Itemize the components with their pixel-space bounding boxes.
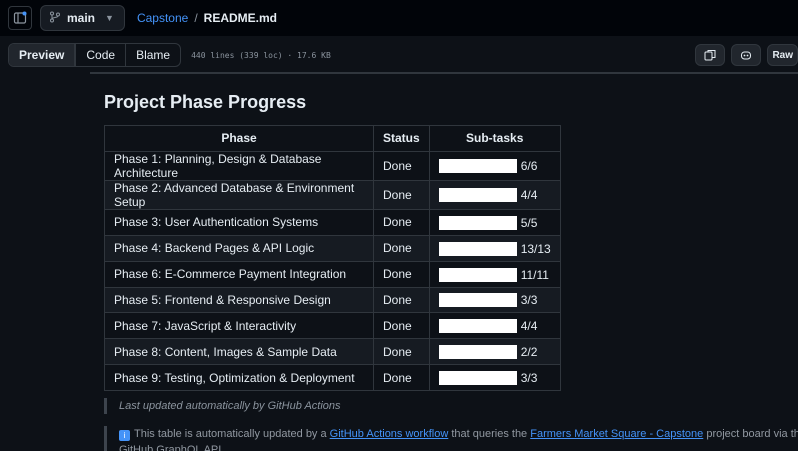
subtasks-count: 4/4 <box>520 188 538 203</box>
status-cell: Done <box>373 234 430 262</box>
subtasks-cell: 5/5 <box>428 208 561 236</box>
progress-bar <box>438 293 517 308</box>
table-row: Phase 2: Advanced Database & Environment… <box>104 179 561 210</box>
subtasks-cell: 11/11 <box>428 260 561 288</box>
section-divider <box>90 72 798 74</box>
column-header-subtasks: Sub-tasks <box>428 125 561 152</box>
progress-bar <box>438 345 517 360</box>
table-row: Phase 6: E-Commerce Payment Integration … <box>104 260 561 288</box>
breadcrumb-separator: / <box>194 11 198 25</box>
subtasks-cell: 4/4 <box>428 179 561 210</box>
tab-code[interactable]: Code <box>75 44 125 66</box>
progress-bar-fill <box>438 188 517 203</box>
progress-bar <box>438 241 517 256</box>
phase-progress-table: Phase Status Sub-tasks Phase 1: Planning… <box>104 125 561 392</box>
progress-bar <box>438 188 517 203</box>
progress-bar-fill <box>438 319 517 334</box>
subtasks-cell: 3/3 <box>428 364 561 392</box>
phase-cell: Phase 1: Planning, Design & Database Arc… <box>104 150 374 181</box>
phase-cell: Phase 7: JavaScript & Interactivity <box>104 312 374 340</box>
file-info: 440 lines (339 loc) · 17.6 KB <box>191 50 331 60</box>
subtasks-count: 13/13 <box>520 241 551 256</box>
phase-cell: Phase 8: Content, Images & Sample Data <box>104 338 374 366</box>
subtasks-count: 5/5 <box>520 215 538 230</box>
progress-bar <box>438 319 517 334</box>
table-row: Phase 1: Planning, Design & Database Arc… <box>104 150 561 181</box>
sidebar-toggle-icon[interactable] <box>8 6 32 30</box>
subtasks-count: 6/6 <box>520 159 538 174</box>
project-board-link[interactable]: Farmers Market Square - Capstone <box>530 428 703 440</box>
branch-selector[interactable]: main ▼ <box>40 5 125 31</box>
status-cell: Done <box>373 312 430 340</box>
table-row: Phase 7: JavaScript & Interactivity Done… <box>104 312 561 340</box>
status-cell: Done <box>373 364 430 392</box>
column-header-status: Status <box>373 125 430 152</box>
tab-blame[interactable]: Blame <box>125 44 180 66</box>
subtasks-cell: 2/2 <box>428 338 561 366</box>
status-cell: Done <box>373 338 430 366</box>
git-branch-icon <box>49 11 61 26</box>
subtasks-cell: 3/3 <box>428 286 561 314</box>
progress-bar-fill <box>438 371 517 386</box>
branch-name: main <box>67 11 96 25</box>
file-actions: Raw <box>695 44 798 66</box>
chevron-down-icon: ▼ <box>105 13 114 23</box>
progress-bar-fill <box>438 267 517 282</box>
progress-bar <box>438 159 517 174</box>
table-row: Phase 3: User Authentication Systems Don… <box>104 208 561 236</box>
top-bar: main ▼ Capstone / README.md <box>0 0 798 36</box>
copilot-icon[interactable] <box>731 44 762 66</box>
progress-bar-fill <box>438 215 517 230</box>
table-row: Phase 8: Content, Images & Sample Data D… <box>104 338 561 366</box>
progress-bar-fill <box>438 345 517 360</box>
subtasks-count: 11/11 <box>520 267 549 282</box>
tab-preview[interactable]: Preview <box>9 44 76 66</box>
phase-cell: Phase 5: Frontend & Responsive Design <box>104 286 374 314</box>
progress-bar <box>438 371 517 386</box>
progress-bar <box>438 267 517 282</box>
phase-cell: Phase 2: Advanced Database & Environment… <box>104 179 374 210</box>
status-cell: Done <box>373 150 430 181</box>
actions-workflow-link[interactable]: GitHub Actions workflow <box>330 428 449 440</box>
table-header-row: Phase Status Sub-tasks <box>104 125 561 152</box>
phase-cell: Phase 6: E-Commerce Payment Integration <box>104 260 374 288</box>
breadcrumb-file: README.md <box>203 11 277 25</box>
table-row: Phase 5: Frontend & Responsive Design Do… <box>104 286 561 314</box>
subtasks-count: 3/3 <box>520 371 538 386</box>
copy-icon[interactable] <box>695 44 726 66</box>
status-cell: Done <box>373 179 430 210</box>
info-text-2: that queries the <box>451 428 528 440</box>
progress-bar <box>438 215 517 230</box>
info-note: i This table is automatically updated by … <box>104 426 798 451</box>
status-cell: Done <box>373 286 430 314</box>
breadcrumb: Capstone / README.md <box>137 11 277 25</box>
view-tabs: Preview Code Blame <box>8 43 182 67</box>
readme-heading: Project Phase Progress <box>104 92 307 112</box>
table-row: Phase 4: Backend Pages & API Logic Done … <box>104 234 561 262</box>
progress-bar-fill <box>438 241 517 256</box>
phase-cell: Phase 4: Backend Pages & API Logic <box>104 234 374 262</box>
subtasks-cell: 6/6 <box>428 150 561 181</box>
last-updated-note: Last updated automatically by GitHub Act… <box>104 398 341 414</box>
subtasks-cell: 13/13 <box>428 234 561 262</box>
phase-cell: Phase 3: User Authentication Systems <box>104 208 374 236</box>
phase-cell: Phase 9: Testing, Optimization & Deploym… <box>104 364 374 392</box>
info-icon: i <box>119 430 130 441</box>
column-header-phase: Phase <box>104 125 374 152</box>
subtasks-cell: 4/4 <box>428 312 561 340</box>
progress-bar-fill <box>438 159 517 174</box>
progress-bar-fill <box>438 293 517 308</box>
status-cell: Done <box>373 260 430 288</box>
file-toolbar: Preview Code Blame 440 lines (339 loc) ·… <box>0 40 798 70</box>
subtasks-count: 4/4 <box>520 319 538 334</box>
breadcrumb-repo-link[interactable]: Capstone <box>137 11 188 25</box>
status-cell: Done <box>373 208 430 236</box>
info-text-1: This table is automatically updated by a <box>134 428 327 440</box>
subtasks-count: 2/2 <box>520 345 538 360</box>
table-row: Phase 9: Testing, Optimization & Deploym… <box>104 364 561 392</box>
readme-content: Project Phase Progress Phase Status Sub-… <box>104 92 561 392</box>
raw-button[interactable]: Raw <box>767 44 798 66</box>
subtasks-count: 3/3 <box>520 293 538 308</box>
